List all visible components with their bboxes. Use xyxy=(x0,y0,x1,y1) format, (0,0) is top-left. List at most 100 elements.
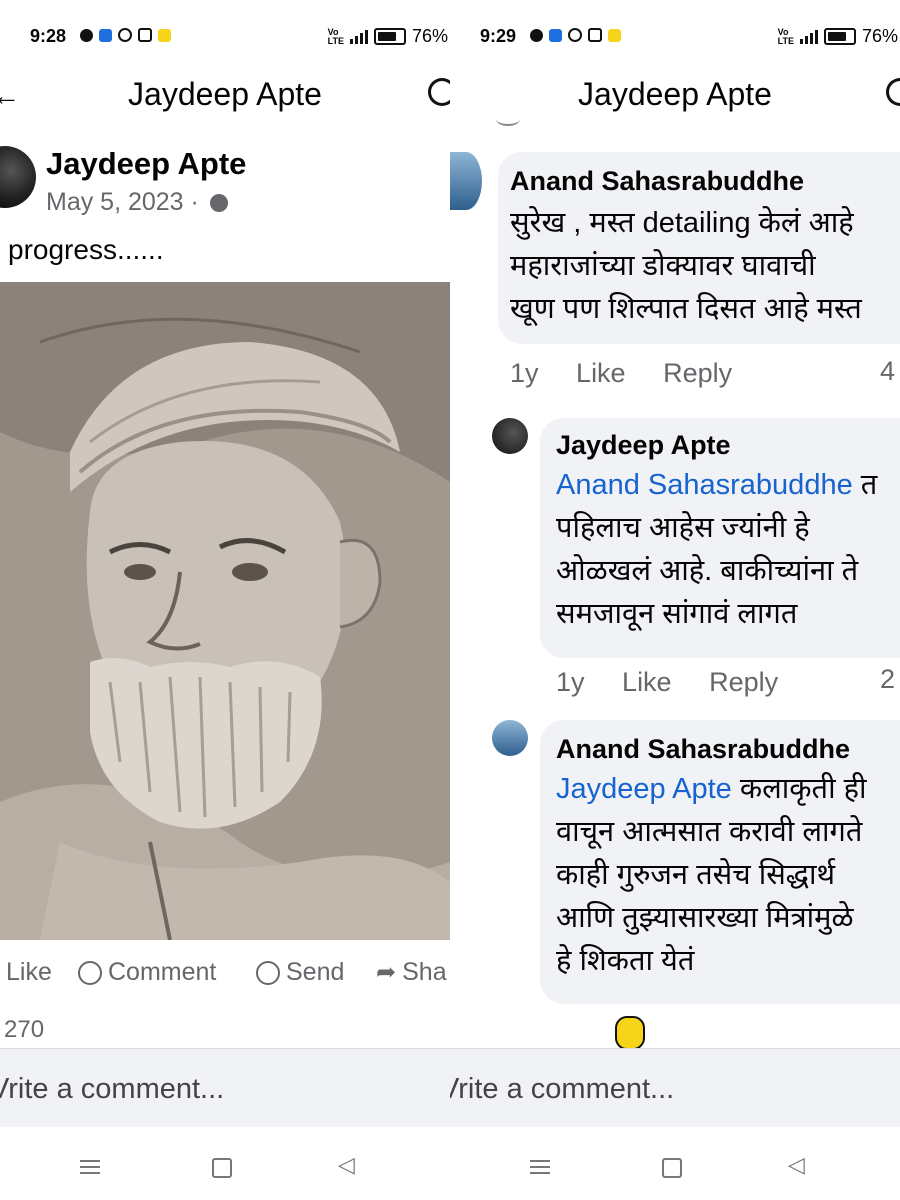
page-title: Jaydeep Apte xyxy=(128,76,322,112)
comment-reaction-count[interactable]: 4 xyxy=(880,356,895,387)
comment-line: खूण पण शिल्पात दिसत आहे मस्त xyxy=(510,293,862,325)
page-title: Jaydeep Apte xyxy=(578,76,772,112)
battery-percent: 76% xyxy=(411,26,448,46)
comment-line: वाचून आत्मसात करावी लागते xyxy=(556,816,863,848)
send-button[interactable]: Send xyxy=(256,958,344,987)
volte-icon: Vo LTE xyxy=(327,26,344,46)
notification-icons xyxy=(80,28,171,42)
reply-meta: 1y Like Reply xyxy=(556,667,808,698)
reply-like-button[interactable]: Like xyxy=(622,667,672,697)
comment-input[interactable]: Vrite a comment... xyxy=(450,1073,674,1106)
comment-line: आणि तुझ्यासारख्या मित्रांमुळे xyxy=(556,902,854,934)
right-screenshot: 9:29 Vo LTE 76% Jaydeep Apte Anand Sahasr… xyxy=(450,0,900,1200)
reply-author[interactable]: Jaydeep Apte xyxy=(556,430,731,461)
home-icon[interactable] xyxy=(662,1158,682,1178)
app-header: ← Jaydeep Apte xyxy=(0,70,450,120)
comment-reply-button[interactable]: Reply xyxy=(663,358,732,388)
reply-first-line: Jaydeep Apte कलाकृती ही xyxy=(556,768,867,811)
scroll-indicator-icon xyxy=(615,1016,645,1050)
reply-text: Jaydeep Apte कलाकृती ही वाचून आत्मसात कर… xyxy=(556,768,867,983)
comment-line: काही गुरुजन तसेच सिद्धार्थ xyxy=(556,859,836,891)
system-nav-bar: ◁ xyxy=(450,1138,900,1200)
app-icon xyxy=(158,28,171,42)
battery-icon xyxy=(823,28,856,45)
comment-like-button[interactable]: Like xyxy=(576,358,626,388)
reply-reply-button[interactable]: Reply xyxy=(709,667,778,697)
author-avatar[interactable] xyxy=(0,146,36,208)
reply-author[interactable]: Anand Sahasrabuddhe xyxy=(556,734,850,765)
sculpture-illustration xyxy=(0,282,450,940)
home-icon[interactable] xyxy=(212,1158,232,1178)
previous-comment-edge xyxy=(496,112,520,126)
battery-icon xyxy=(373,28,406,45)
comment-time: 1y xyxy=(510,358,539,388)
instagram-icon xyxy=(588,28,602,42)
whatsapp-icon xyxy=(568,28,582,42)
reply-text: Anand Sahasrabuddhe त पहिलाच आहेस ज्यांन… xyxy=(556,464,877,636)
reply-avatar[interactable] xyxy=(492,418,528,454)
post-date: May 5, 2023 · xyxy=(46,188,228,217)
mention-link[interactable]: Anand Sahasrabuddhe xyxy=(556,469,853,501)
post-actions: Like Comment Send ➦ Sha xyxy=(0,958,450,998)
reply-text-tail: त xyxy=(852,469,878,501)
app-icon xyxy=(608,28,621,42)
whatsapp-icon xyxy=(118,28,132,42)
globe-icon xyxy=(209,194,228,213)
comment-bubble: Anand Sahasrabuddhe सुरेख , मस्त detaili… xyxy=(498,152,900,344)
status-bar: 9:28 Vo LTE 76% xyxy=(0,0,450,70)
status-bar: 9:29 Vo LTE 76% xyxy=(450,0,900,70)
notification-icons xyxy=(530,28,621,42)
comment-input-bar[interactable]: Vrite a comment... xyxy=(0,1048,450,1127)
reply-bubble: Jaydeep Apte Anand Sahasrabuddhe त पहिला… xyxy=(540,418,900,658)
messenger-icon xyxy=(256,960,280,985)
comment-input-bar[interactable]: Vrite a comment... xyxy=(450,1048,900,1127)
reply-time: 1y xyxy=(556,667,585,697)
share-icon: ➦ xyxy=(376,959,397,986)
volte-icon: Vo LTE xyxy=(777,26,794,46)
recents-icon[interactable] xyxy=(530,1156,550,1178)
reply-reaction-count[interactable]: 2 xyxy=(880,664,895,695)
comment-line: हे शिकता येतं xyxy=(556,945,695,977)
like-label: Like xyxy=(6,958,52,986)
signal-icon xyxy=(349,29,368,44)
system-icons: Vo LTE 76% xyxy=(778,26,898,47)
app-icon xyxy=(549,28,562,42)
like-button[interactable]: Like xyxy=(6,958,52,987)
app-icon xyxy=(99,28,112,42)
back-icon[interactable]: ◁ xyxy=(788,1152,805,1178)
system-icons: Vo LTE 76% xyxy=(328,26,448,47)
reply-avatar[interactable] xyxy=(492,720,528,756)
comment-label: Comment xyxy=(108,958,217,986)
post-photo[interactable] xyxy=(0,282,450,940)
instagram-icon xyxy=(138,28,152,42)
comment-line: समजावून सांगावं लागत xyxy=(556,598,798,630)
battery-percent: 76% xyxy=(861,26,898,46)
comment-line: पहिलाच आहेस ज्यांनी हे xyxy=(556,512,810,544)
reaction-count[interactable]: 270 xyxy=(4,1016,44,1044)
comment-input[interactable]: Vrite a comment... xyxy=(0,1073,224,1106)
comment-line: ओळखलं आहे. बाकीच्यांना ते xyxy=(556,555,859,587)
comment-line: सुरेख , मस्त detailing केलं आहे xyxy=(510,207,854,239)
commenter-avatar[interactable] xyxy=(450,152,482,210)
post-author[interactable]: Jaydeep Apte xyxy=(46,146,246,182)
post-date-text: May 5, 2023 · xyxy=(46,188,199,216)
comment-icon xyxy=(78,960,102,985)
reply-text-tail: कलाकृती ही xyxy=(731,773,867,805)
left-screenshot: 9:28 Vo LTE 76% ← Jaydeep Apte Jaydeep Ap… xyxy=(0,0,450,1200)
signal-icon xyxy=(799,29,818,44)
search-icon[interactable] xyxy=(428,78,450,106)
comment-line: महाराजांच्या डोक्यावर घावाची xyxy=(510,250,816,282)
comment-button[interactable]: Comment xyxy=(78,958,216,987)
media-icon xyxy=(530,28,543,42)
mention-link[interactable]: Jaydeep Apte xyxy=(556,773,732,805)
comment-meta: 1y Like Reply xyxy=(510,358,762,389)
reply-bubble: Anand Sahasrabuddhe Jaydeep Apte कलाकृती… xyxy=(540,720,900,1004)
post-caption: progress...... xyxy=(8,234,164,265)
media-icon xyxy=(80,28,93,42)
share-label: Sha xyxy=(402,958,447,986)
recents-icon[interactable] xyxy=(80,1156,100,1178)
share-button[interactable]: ➦ Sha xyxy=(376,958,447,987)
commenter-name[interactable]: Anand Sahasrabuddhe xyxy=(510,166,804,197)
reply-first-line: Anand Sahasrabuddhe त xyxy=(556,464,877,507)
back-icon[interactable]: ◁ xyxy=(338,1152,355,1178)
